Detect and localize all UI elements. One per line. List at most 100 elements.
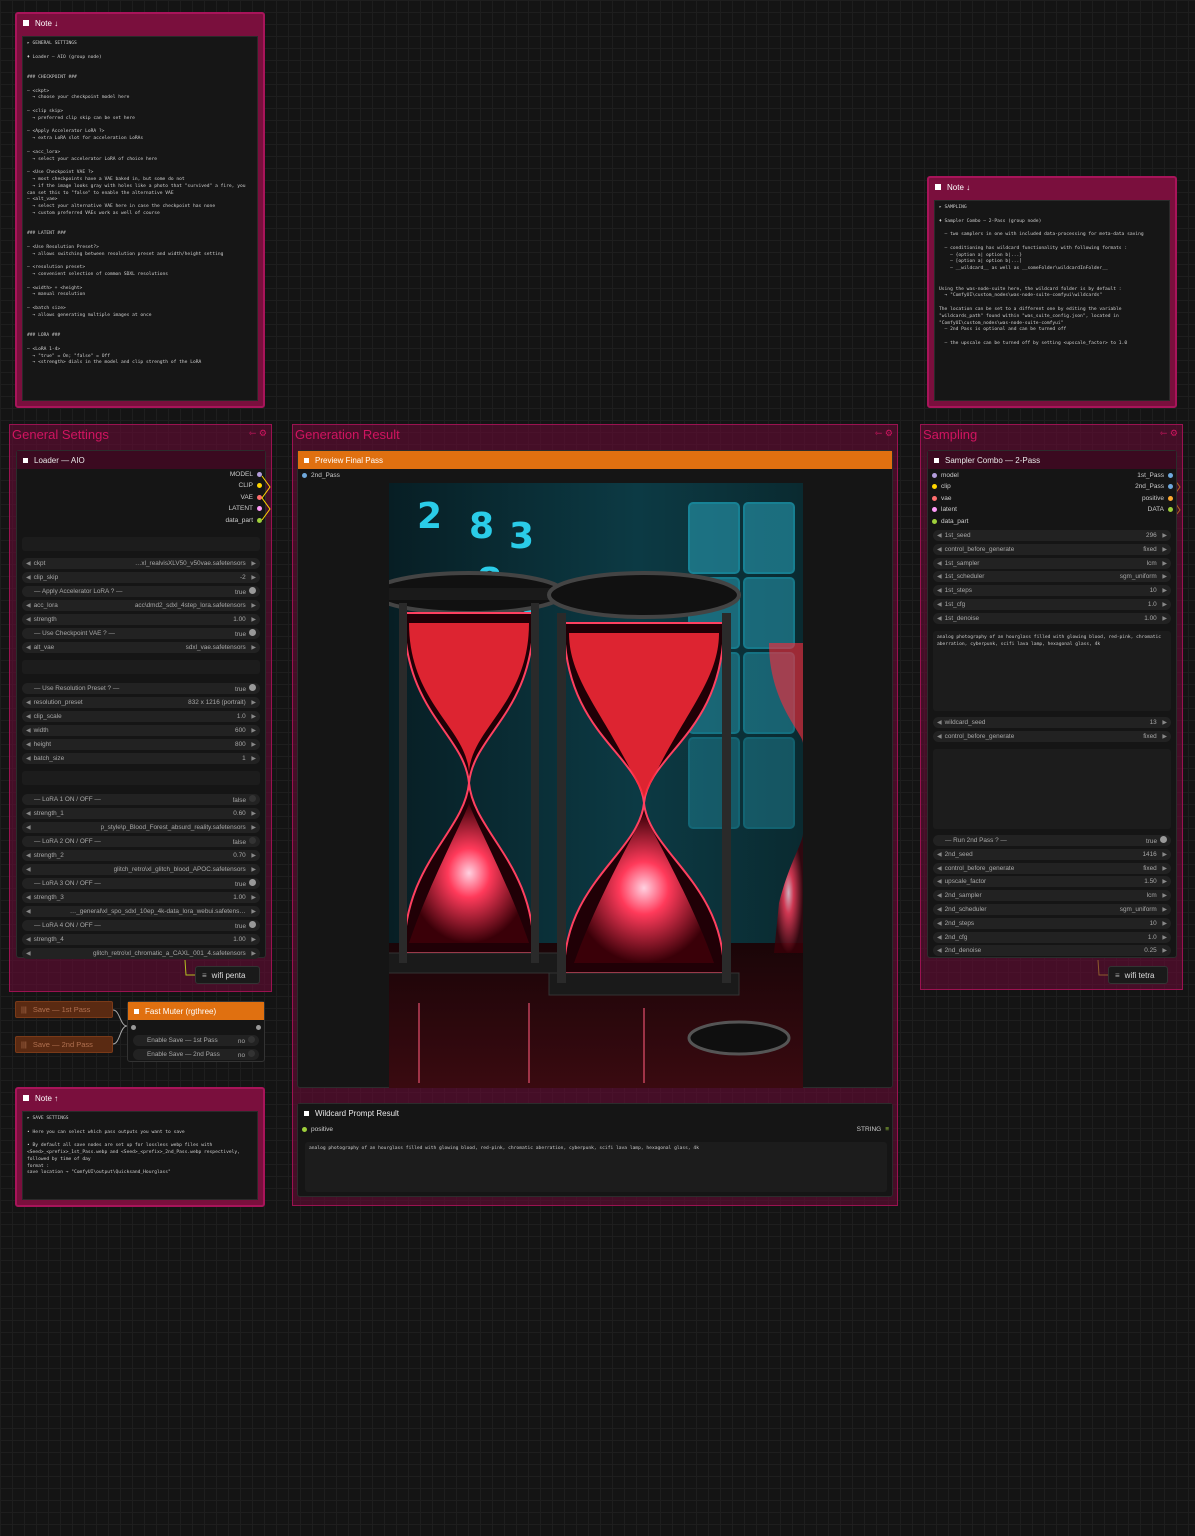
toggle-enable-save-2nd[interactable]: Enable Save — 2nd Pass no: [133, 1049, 259, 1060]
output-slot[interactable]: LATENT: [229, 505, 262, 512]
output-slot[interactable]: VAE: [240, 494, 262, 501]
slot-dot[interactable]: [302, 1127, 307, 1132]
arrow-right-icon[interactable]: ▶: [250, 700, 256, 706]
sampler-prompt-area[interactable]: analog photography of an hourglass fille…: [933, 631, 1171, 711]
collapse-icon[interactable]: [134, 1008, 139, 1014]
widget-row[interactable]: ◀ control_before_generate fixed ▶: [933, 862, 1171, 874]
arrow-right-icon[interactable]: ▶: [250, 951, 256, 957]
arrow-right-icon[interactable]: ▶: [1161, 921, 1167, 927]
slot-dot[interactable]: [932, 495, 937, 501]
toggle-icon[interactable]: [249, 795, 256, 802]
widget-row[interactable]: — Use Checkpoint VAE ? — true: [22, 628, 260, 639]
arrow-right-icon[interactable]: ▶: [1161, 948, 1167, 954]
widget-row[interactable]: — Use Resolution Preset ? — true: [22, 683, 260, 694]
toggle-icon[interactable]: [249, 921, 256, 928]
arrow-left-icon[interactable]: ◀: [26, 866, 31, 873]
preview-image[interactable]: 2 8 3 8 3: [389, 483, 803, 1088]
toggle-enable-save-1st[interactable]: Enable Save — 1st Pass no: [133, 1035, 259, 1046]
note-text[interactable]: ▸ GENERAL SETTINGS ♦ Loader — AIO (group…: [22, 36, 258, 401]
collapse-icon[interactable]: [23, 457, 28, 463]
widget-row[interactable]: ◀ width 600 ▶: [22, 725, 260, 736]
arrow-right-icon[interactable]: ▶: [250, 867, 256, 873]
arrow-right-icon[interactable]: ▶: [1161, 616, 1167, 622]
output-slot[interactable]: 1st_Pass: [1137, 472, 1173, 479]
collapse-icon[interactable]: [304, 457, 309, 463]
arrow-right-icon[interactable]: ▶: [250, 895, 256, 901]
arrow-left-icon[interactable]: ◀: [937, 601, 942, 608]
arrow-right-icon[interactable]: ▶: [250, 728, 256, 734]
input-slot[interactable]: vae: [932, 495, 951, 502]
input-slot[interactable]: data_part: [932, 518, 968, 525]
toggle-icon[interactable]: [249, 629, 256, 636]
arrow-left-icon[interactable]: ◀: [26, 894, 31, 901]
arrow-right-icon[interactable]: ▶: [1161, 935, 1167, 941]
widget-row[interactable]: ◀ …_general\xl_spo_sdxl_10ep_4k-data_lora…: [22, 906, 260, 917]
widget-row[interactable]: ◀ glitch_retro\xl_glitch_blood_APOC.safet…: [22, 864, 260, 875]
group-controls-icon[interactable]: ⇽ ⚙: [249, 428, 267, 439]
output-slot[interactable]: 2nd_Pass: [1135, 483, 1173, 490]
toggle-icon[interactable]: [248, 1050, 255, 1057]
arrow-left-icon[interactable]: ◀: [937, 892, 942, 899]
arrow-right-icon[interactable]: ▶: [1161, 734, 1167, 740]
widget-row[interactable]: ◀ strength 1.00 ▶: [22, 614, 260, 625]
arrow-right-icon[interactable]: ▶: [1161, 852, 1167, 858]
arrow-right-icon[interactable]: ▶: [250, 617, 256, 623]
arrow-left-icon[interactable]: ◀: [26, 755, 31, 762]
widget-row[interactable]: ◀ resolution_preset 832 x 1216 (portrait) …: [22, 697, 260, 708]
input-slot[interactable]: latent: [932, 506, 957, 513]
arrow-left-icon[interactable]: ◀: [26, 741, 31, 748]
arrow-left-icon[interactable]: ◀: [26, 713, 31, 720]
slot-dot[interactable]: [932, 518, 937, 524]
collapse-icon[interactable]: [304, 1110, 309, 1116]
arrow-right-icon[interactable]: ▶: [1161, 879, 1167, 885]
arrow-right-icon[interactable]: ▶: [1161, 561, 1167, 567]
widget-row[interactable]: ◀ strength_1 0.60 ▶: [22, 808, 260, 819]
toggle-icon[interactable]: [248, 1036, 255, 1043]
arrow-right-icon[interactable]: ▶: [250, 575, 256, 581]
widget-row[interactable]: ◀ 1st_scheduler sgm_uniform ▶: [933, 571, 1171, 583]
output-slot[interactable]: DATA: [1148, 506, 1173, 513]
arrow-left-icon[interactable]: ◀: [26, 810, 31, 817]
arrow-right-icon[interactable]: ▶: [250, 603, 256, 609]
arrow-left-icon[interactable]: ◀: [26, 616, 31, 623]
arrow-left-icon[interactable]: ◀: [937, 546, 942, 553]
arrow-left-icon[interactable]: ◀: [937, 733, 942, 740]
output-slot[interactable]: MODEL: [230, 471, 262, 478]
arrow-right-icon[interactable]: ▶: [1161, 893, 1167, 899]
widget-row[interactable]: ◀ control_before_generate fixed ▶: [933, 543, 1171, 555]
save-2nd-pass-node[interactable]: ||| Save — 2nd Pass: [15, 1036, 113, 1053]
output-slot-string[interactable]: STRING ≡: [857, 1126, 889, 1133]
note-save[interactable]: Note ↑ ▸ SAVE SETTINGS • Here you can se…: [15, 1087, 265, 1207]
reroute-wifi-tetra[interactable]: ≡ wifi tetra: [1108, 966, 1168, 984]
arrow-left-icon[interactable]: ◀: [937, 719, 942, 726]
widget-row[interactable]: ◀ strength_2 0.70 ▶: [22, 850, 260, 861]
group-controls-icon[interactable]: ⇽ ⚙: [1160, 428, 1178, 439]
arrow-right-icon[interactable]: ▶: [1161, 533, 1167, 539]
group-controls-icon[interactable]: ⇽ ⚙: [875, 428, 893, 439]
arrow-right-icon[interactable]: ▶: [250, 937, 256, 943]
output-slot[interactable]: CLIP: [239, 482, 262, 489]
widget-row[interactable]: ◀ 2nd_sampler lcm ▶: [933, 890, 1171, 902]
wildcard-text-area[interactable]: analog photography of an hourglass fille…: [305, 1142, 887, 1192]
toggle-icon[interactable]: [249, 837, 256, 844]
widget-row[interactable]: ◀ 1st_sampler lcm ▶: [933, 557, 1171, 569]
widget-row[interactable]: ◀ upscale_factor 1.50 ▶: [933, 876, 1171, 888]
node-header[interactable]: Preview Final Pass: [298, 451, 892, 469]
arrow-left-icon[interactable]: ◀: [26, 824, 31, 831]
toggle-icon[interactable]: [249, 684, 256, 691]
arrow-right-icon[interactable]: ▶: [250, 742, 256, 748]
widget-row[interactable]: ◀ clip_scale 1.0 ▶: [22, 711, 260, 722]
node-fast-muter[interactable]: Fast Muter (rgthree) Enable Save — 1st P…: [127, 1001, 265, 1062]
arrow-left-icon[interactable]: ◀: [937, 865, 942, 872]
arrow-right-icon[interactable]: ▶: [1161, 907, 1167, 913]
slot-dot[interactable]: [932, 484, 937, 490]
arrow-right-icon[interactable]: ▶: [250, 756, 256, 762]
collapse-icon[interactable]: [934, 457, 939, 463]
widget-row[interactable]: ◀ 1st_steps 10 ▶: [933, 585, 1171, 597]
output-slot[interactable]: data_part: [226, 517, 262, 524]
arrow-right-icon[interactable]: ▶: [250, 825, 256, 831]
arrow-left-icon[interactable]: ◀: [937, 560, 942, 567]
arrow-left-icon[interactable]: ◀: [937, 906, 942, 913]
arrow-left-icon[interactable]: ◀: [26, 936, 31, 943]
note-text[interactable]: ▸ SAVE SETTINGS • Here you can select wh…: [22, 1111, 258, 1200]
